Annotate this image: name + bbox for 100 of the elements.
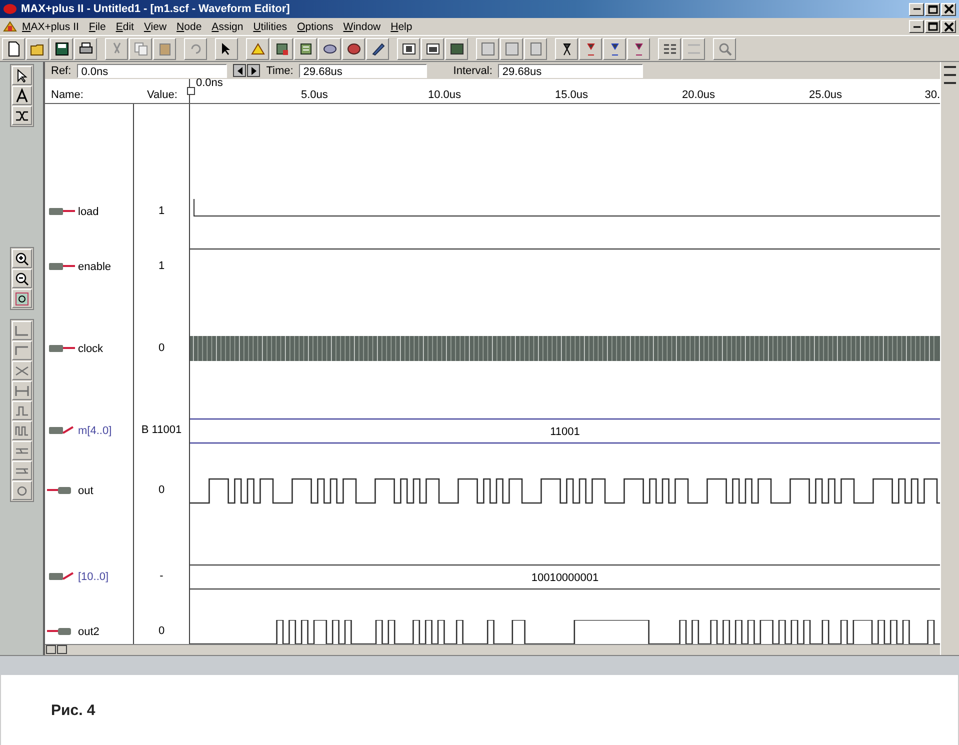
- minimize-button[interactable]: [909, 2, 924, 16]
- fit-window-icon: [14, 290, 30, 306]
- tool-button[interactable]: [12, 66, 32, 85]
- zoom-in-icon: [14, 250, 30, 266]
- right-arrow-icon: [250, 66, 257, 75]
- time-label: Time:: [266, 64, 294, 77]
- input-pin-icon: [47, 425, 75, 436]
- menu-item[interactable]: MAX+plus II: [17, 20, 84, 32]
- tool-button[interactable]: [12, 289, 32, 308]
- toolbar-button[interactable]: [579, 38, 602, 60]
- interval-label: Interval:: [453, 64, 492, 77]
- minimize-icon: [912, 26, 920, 28]
- maximize-icon: [928, 4, 938, 14]
- window-title: MAX+plus II - Untitled1 - [m1.scf - Waveform Editor]: [21, 3, 291, 15]
- toolbar-button[interactable]: [294, 38, 317, 60]
- ref-field[interactable]: 0.0ns: [77, 64, 228, 78]
- scroll-right-button[interactable]: [57, 645, 67, 654]
- close-icon: [944, 4, 954, 14]
- time-field[interactable]: 29.68us: [299, 64, 428, 78]
- menu-item[interactable]: Edit: [110, 20, 139, 32]
- signal-value: -: [160, 570, 164, 582]
- bus-value: 11001: [550, 426, 580, 438]
- text-tool-icon: [14, 88, 30, 104]
- tool-button[interactable]: [12, 269, 32, 288]
- toolbar-button[interactable]: [246, 38, 269, 60]
- time-tick-label: 30.: [924, 89, 940, 102]
- interval-field[interactable]: 29.68us: [498, 64, 644, 78]
- signal-name[interactable]: out: [78, 485, 94, 498]
- copy-icon: [132, 40, 148, 56]
- menu-item[interactable]: Help: [386, 20, 418, 32]
- bus-value: 10010000001: [531, 572, 599, 584]
- ref-label: Ref:: [51, 64, 72, 77]
- save-icon: [54, 40, 70, 56]
- input-pin-icon: [47, 206, 75, 216]
- toolbar-button[interactable]: [270, 38, 293, 60]
- signal-value: 1: [158, 260, 165, 272]
- tool-button[interactable]: [12, 249, 32, 268]
- toolbar-button[interactable]: [342, 38, 365, 60]
- signal-value: B 11001: [141, 424, 182, 436]
- maximize-icon: [928, 22, 938, 31]
- signal-name[interactable]: enable: [78, 261, 112, 274]
- toolbar-button[interactable]: [2, 38, 25, 60]
- menu-item[interactable]: Utilities: [248, 20, 292, 32]
- menu-item[interactable]: Assign: [206, 20, 248, 32]
- chip-icon: [274, 40, 290, 56]
- tool-button[interactable]: [12, 106, 32, 125]
- menu-item[interactable]: Window: [338, 20, 386, 32]
- column-header: Name:: [50, 88, 84, 104]
- input-pin-icon: [47, 571, 75, 582]
- time-tick-label: 20.0us: [682, 89, 716, 102]
- start-time-label: 0.0ns: [196, 77, 223, 90]
- toolbar-button[interactable]: [397, 38, 420, 60]
- toolbar-button[interactable]: [421, 38, 444, 60]
- left-arrow-icon: [236, 66, 243, 75]
- document-logo-icon: [3, 20, 17, 33]
- clipboard-icon: [156, 40, 172, 56]
- tool-button[interactable]: [12, 86, 32, 105]
- signal-name[interactable]: out2: [78, 626, 100, 638]
- toolbar-button[interactable]: [318, 38, 341, 60]
- toolbar-button[interactable]: [50, 38, 73, 60]
- new-file-icon: [6, 40, 22, 56]
- disk-icon: [346, 40, 362, 56]
- minimize-icon: [912, 8, 920, 10]
- scroll-left-button[interactable]: [46, 645, 56, 654]
- maximize-button[interactable]: [925, 20, 940, 33]
- menu-item[interactable]: Node: [172, 20, 207, 32]
- figure-caption: Рис. 4: [51, 702, 96, 719]
- menu-item[interactable]: View: [138, 20, 172, 32]
- close-button[interactable]: [941, 20, 956, 33]
- signal-name[interactable]: clock: [78, 343, 104, 356]
- minimize-button[interactable]: [909, 20, 924, 33]
- cursor-handle[interactable]: [187, 87, 195, 96]
- toolbar-button[interactable]: [603, 38, 626, 60]
- signal-value: 1: [158, 205, 165, 218]
- signal-name[interactable]: [10..0]: [78, 571, 109, 584]
- time-tick-label: 5.0us: [301, 89, 328, 102]
- maximize-button[interactable]: [925, 2, 940, 16]
- magnifier-icon: [716, 40, 732, 56]
- pen-icon: [370, 40, 386, 56]
- toolbar-button[interactable]: [555, 38, 578, 60]
- toolbar-button[interactable]: [74, 38, 97, 60]
- toolbar-button[interactable]: [627, 38, 650, 60]
- input-pin-icon: [47, 261, 75, 272]
- menu-item[interactable]: File: [84, 20, 111, 32]
- signal-name[interactable]: load: [78, 206, 99, 218]
- menu-item[interactable]: Options: [292, 20, 338, 32]
- toolbar-button[interactable]: [215, 38, 238, 60]
- close-button[interactable]: [941, 2, 956, 16]
- toolbar-button[interactable]: [366, 38, 389, 60]
- time-tick-label: 25.0us: [809, 89, 842, 102]
- printer-icon: [78, 40, 94, 56]
- toolbar-button[interactable]: [26, 38, 49, 60]
- app-logo-icon: [3, 3, 17, 15]
- signal-name[interactable]: m[4..0]: [78, 425, 112, 438]
- signal-value: 0: [158, 625, 165, 638]
- next-transition-button[interactable]: [247, 64, 260, 78]
- toolbar-button[interactable]: [445, 38, 468, 60]
- toolbar-button[interactable]: [658, 38, 681, 60]
- scroll-thumb[interactable]: [943, 64, 957, 86]
- previous-transition-button[interactable]: [233, 64, 246, 78]
